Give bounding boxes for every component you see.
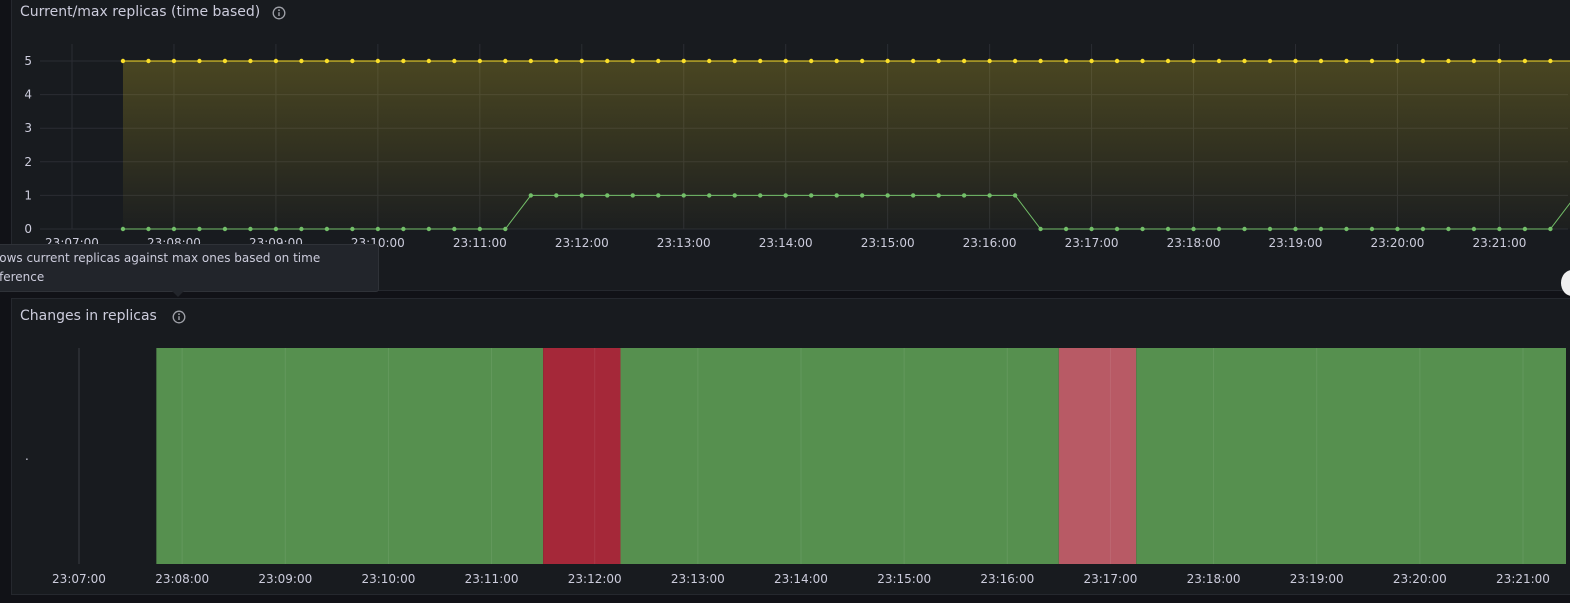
x-tick-label: 23:16:00 — [980, 572, 1034, 586]
x-tick-label: 23:12:00 — [568, 572, 622, 586]
y-tick-label: . — [25, 449, 29, 463]
info-tooltip: Shows current replicas against max ones … — [0, 244, 379, 292]
x-tick-label: 23:19:00 — [1290, 572, 1344, 586]
state-segment[interactable] — [156, 348, 544, 564]
x-tick-label: 23:15:00 — [877, 572, 931, 586]
x-tick-label: 23:14:00 — [774, 572, 828, 586]
state-segment[interactable] — [543, 348, 621, 564]
tooltip-arrow — [172, 291, 184, 297]
x-tick-label: 23:13:00 — [671, 572, 725, 586]
x-tick-label: 23:17:00 — [1083, 572, 1137, 586]
x-tick-label: 23:10:00 — [361, 572, 415, 586]
tooltip-line: Shows current replicas against max ones … — [0, 251, 321, 265]
x-tick-label: 23:09:00 — [258, 572, 312, 586]
changes-chart[interactable]: 23:07:00 23:08:00 23:09:00 23:10:00 23:11:00… — [0, 0, 1570, 603]
tooltip-line: difference — [0, 270, 45, 284]
state-segment[interactable] — [620, 348, 1059, 564]
x-tick-label: 23:18:00 — [1187, 572, 1241, 586]
x-tick-label: 23:07:00 — [52, 572, 106, 586]
x-tick-label: 23:08:00 — [155, 572, 209, 586]
state-segment[interactable] — [1136, 348, 1566, 564]
x-tick-label: 23:21:00 — [1496, 572, 1550, 586]
x-tick-label: 23:20:00 — [1393, 572, 1447, 586]
state-segment[interactable] — [1058, 348, 1137, 564]
x-tick-label: 23:11:00 — [465, 572, 519, 586]
